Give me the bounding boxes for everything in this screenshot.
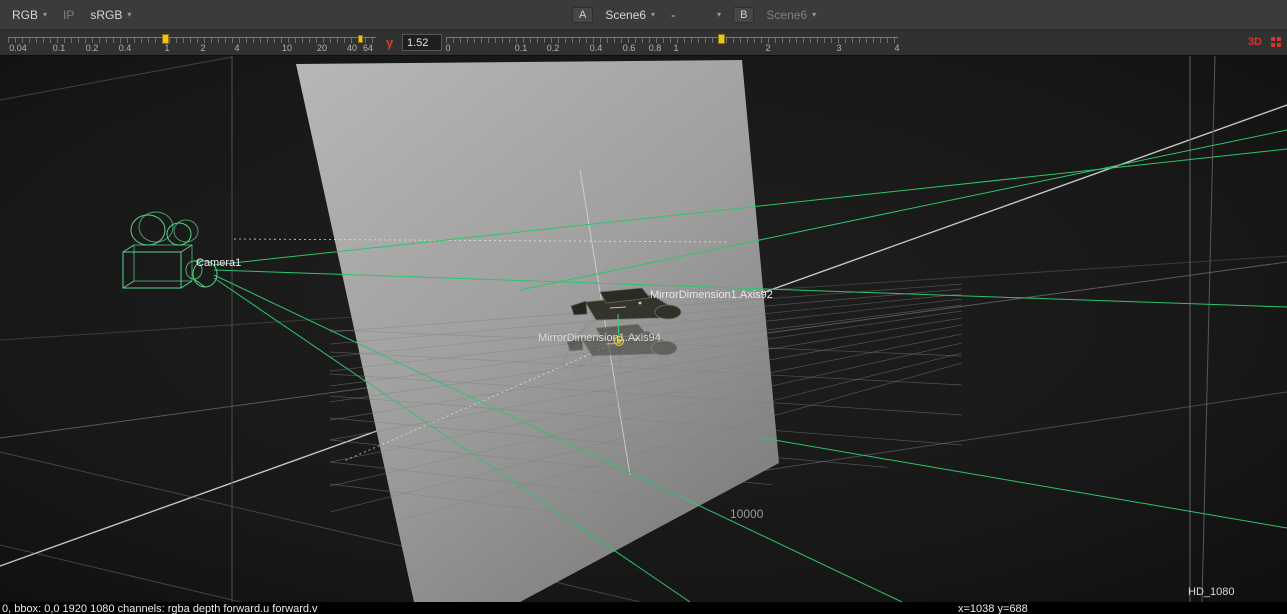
cursor-coordinates: x=1038 y=688: [958, 603, 1028, 614]
gamma-tick: 4: [894, 43, 899, 53]
gain-tick: 4: [234, 43, 239, 53]
gamma-tick: 0: [445, 43, 450, 53]
gamma-tick: 0.1: [515, 43, 528, 53]
camera-label: Camera1: [196, 257, 241, 269]
gamma-tick: 3: [836, 43, 841, 53]
input-process-button[interactable]: IP: [55, 5, 82, 25]
gain-tick: 0.4: [119, 43, 132, 53]
colorspace-label: sRGB: [90, 8, 122, 22]
buffer-a-value: Scene6: [605, 8, 646, 22]
chevron-down-icon: ▾: [127, 11, 131, 19]
toolbar-left-group: RGB ▾ IP sRGB ▾: [4, 0, 139, 29]
chevron-down-icon: ▾: [717, 11, 721, 19]
gamma-input[interactable]: [402, 34, 442, 51]
gamma-tick: 1: [673, 43, 678, 53]
viewer-status-bar: 0, bbox: 0,0 1920 1080 channels: rgba de…: [0, 602, 1287, 614]
buffer-b-select[interactable]: Scene6 ▾: [758, 5, 824, 25]
gamma-tick: 0.6: [623, 43, 636, 53]
viewer-slider-bar: 0.04 0.1 0.2 0.4 1 2 4 10 20 40 64 γ 0 0…: [0, 30, 1287, 56]
axis1-label: MirrorDimension1.Axis92: [650, 289, 773, 301]
gamma-tick: 0.4: [590, 43, 603, 53]
wipe-mode-value: -: [671, 8, 675, 22]
wipe-mode-select[interactable]: - ▾: [663, 5, 729, 25]
gain-tick: 64: [363, 43, 373, 53]
gain-tick: 0.04: [9, 43, 27, 53]
gain-tick: 1: [164, 43, 169, 53]
viewport-3d[interactable]: Camera1 MirrorDimension1.Axis92 MirrorDi…: [0, 56, 1287, 602]
channel-select-label: RGB: [12, 8, 38, 22]
gain-end-marker[interactable]: [358, 35, 363, 43]
gain-tick: 40: [347, 43, 357, 53]
colorspace-select[interactable]: sRGB ▾: [82, 5, 139, 25]
format-label: HD_1080: [1188, 586, 1234, 598]
viewport-canvas[interactable]: Camera1 MirrorDimension1.Axis92 MirrorDi…: [0, 56, 1287, 602]
roi-grid-icon[interactable]: [1271, 37, 1281, 47]
gamma-tick: 0.2: [547, 43, 560, 53]
grid-distance-label: 10000: [730, 507, 764, 521]
viewer-indicator-icons: 3D: [1248, 36, 1281, 48]
gamma-marker[interactable]: [718, 34, 725, 44]
buffer-a-select[interactable]: Scene6 ▾: [597, 5, 663, 25]
gamma-tick: 2: [765, 43, 770, 53]
input-process-label: IP: [63, 8, 74, 22]
viewer-toolbar: RGB ▾ IP sRGB ▾ A Scene6 ▾ - ▾ B Sce: [0, 0, 1287, 30]
gain-tick: 0.1: [53, 43, 66, 53]
buffer-b-label: B: [733, 7, 754, 23]
stereo-3d-indicator-icon[interactable]: 3D: [1248, 36, 1262, 48]
gain-tick: 0.2: [86, 43, 99, 53]
gamma-symbol: γ: [386, 35, 393, 50]
buffer-b-value: Scene6: [766, 8, 807, 22]
buffer-a-label: A: [572, 7, 593, 23]
channel-select[interactable]: RGB ▾: [4, 5, 55, 25]
chevron-down-icon: ▾: [43, 11, 47, 19]
axis2-label: MirrorDimension1.Axis94: [538, 332, 661, 344]
gain-tick: 20: [317, 43, 327, 53]
gain-tick: 10: [282, 43, 292, 53]
gamma-tick: 0.8: [649, 43, 662, 53]
nuke-viewer-window: RGB ▾ IP sRGB ▾ A Scene6 ▾ - ▾ B Sce: [0, 0, 1287, 614]
toolbar-center-group: A Scene6 ▾ - ▾ B Scene6 ▾: [568, 0, 824, 29]
gain-marker[interactable]: [162, 34, 169, 44]
image-info-text: 0, bbox: 0,0 1920 1080 channels: rgba de…: [2, 603, 318, 614]
chevron-down-icon: ▾: [812, 11, 816, 19]
chevron-down-icon: ▾: [651, 11, 655, 19]
gain-tick: 2: [200, 43, 205, 53]
